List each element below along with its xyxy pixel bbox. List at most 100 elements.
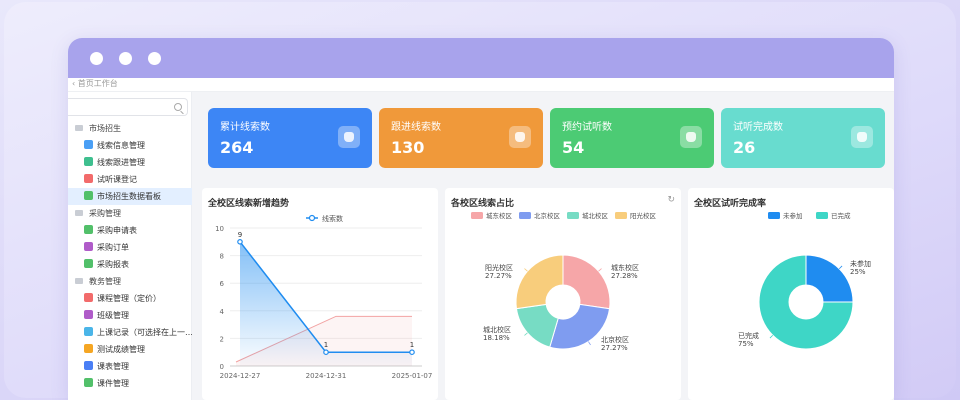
slice-name-label: 北京校区 (601, 335, 629, 344)
stat-card-value: 54 (562, 138, 585, 157)
sidebar-group-label: 教务管理 (89, 277, 121, 286)
leader-line (838, 265, 843, 270)
purchase-report-icon (84, 259, 93, 268)
folder-icon (75, 209, 83, 216)
sidebar-item[interactable]: 线索信息管理 (68, 137, 192, 154)
sidebar-item[interactable]: 课件管理 (68, 375, 192, 392)
attendance-icon (84, 327, 93, 336)
trial-class-icon (84, 174, 93, 183)
trend-panel: 全校区线索新增趋势 线索数 0 2 4 6 8 10 2024-12-27 2024-12-31… (202, 188, 438, 400)
sidebar-group-label: 市场招生 (89, 124, 121, 133)
schedule-icon (84, 361, 93, 370)
x-tick-label: 2024-12-31 (306, 372, 347, 380)
sidebar-item-label: 采购申请表 (97, 226, 137, 235)
sidebar-item-label: 测试成绩管理 (97, 345, 145, 354)
slice-name-label: 城北校区 (483, 325, 511, 334)
stat-card-label: 跟进线索数 (391, 122, 441, 133)
stat-card-trial-booked[interactable]: 预约试听数 54 (550, 108, 714, 168)
leads-followed-icon (509, 126, 531, 148)
donut-slice (515, 254, 564, 310)
sidebar-item[interactable]: 试听课登记 (68, 171, 192, 188)
stat-card-label: 试听完成数 (733, 122, 783, 133)
trial-booked-icon (680, 126, 702, 148)
campus-share-donut-chart: 城东校区27.28%北京校区27.27%城北校区18.18%阳光校区27.27%… (471, 211, 657, 352)
stat-card-value: 264 (220, 138, 254, 157)
stat-card-leads-followed[interactable]: 跟进线索数 130 (379, 108, 543, 168)
sidebar-item-label: 上课记录（可选择在上一… (97, 328, 192, 337)
dashboard-icon (84, 191, 93, 200)
sidebar-item-label: 采购报表 (97, 260, 129, 269)
folder-icon (75, 124, 83, 131)
y-tick-label: 10 (215, 225, 224, 233)
x-tick-label: 2024-12-27 (220, 372, 261, 380)
slice-name-label: 阳光校区 (485, 263, 513, 272)
data-point (409, 349, 415, 356)
sidebar-item[interactable]: 采购申请表 (68, 222, 192, 239)
sidebar-item-label: 市场招生数据看板 (97, 192, 161, 201)
sidebar-item-label: 试听课登记 (97, 175, 137, 184)
slice-name-label: 未参加 (850, 259, 871, 268)
legend-swatch (816, 212, 828, 219)
course-icon (84, 293, 93, 302)
lead-info-icon (84, 140, 93, 149)
legend-label: 北京校区 (534, 211, 561, 220)
breadcrumb[interactable]: ‹ 首页工作台 (68, 78, 894, 92)
search-icon[interactable] (174, 103, 182, 111)
legend-label: 城北校区 (582, 211, 609, 220)
sidebar-item[interactable]: 线索跟进管理 (68, 154, 192, 171)
sidebar-group[interactable]: 采购管理 (68, 205, 192, 222)
stat-card-trial-completed[interactable]: 试听完成数 26 (721, 108, 885, 168)
completion-donut-chart: 未参加25%已完成75%未参加 已完成 (738, 211, 871, 350)
campus-share-panel: 各校区线索占比 ↻ 城东校区 27.28% 北京校区 27.27% 城北校区 18.18%… (445, 188, 681, 400)
sidebar-item[interactable]: 采购订单 (68, 239, 192, 256)
courseware-icon (84, 378, 93, 387)
sidebar-menu: 市场招生线索信息管理线索跟进管理试听课登记市场招生数据看板采购管理采购申请表采购… (68, 120, 192, 392)
slice-percent-label: 27.28% (611, 272, 638, 280)
legend-swatch (471, 212, 483, 219)
sidebar-item[interactable]: 班级管理 (68, 307, 192, 324)
slice-percent-label: 75% (738, 340, 754, 348)
sidebar-item[interactable]: 采购报表 (68, 256, 192, 273)
dashboard-main: 累计线索数 264 跟进线索数 130 预约试听数 54 试听完成数 26 全校… (198, 92, 894, 400)
sidebar-item-label: 课程管理（定价） (97, 294, 161, 303)
sidebar-group[interactable]: 教务管理 (68, 273, 192, 290)
donut-slice (805, 254, 854, 303)
sidebar-group[interactable]: 市场招生 (68, 120, 192, 137)
lead-follow-icon (84, 157, 93, 166)
sidebar-search-input[interactable] (68, 98, 188, 116)
title-bar (68, 38, 894, 78)
legend-marker (308, 214, 316, 222)
sidebar-item[interactable]: 上课记录（可选择在上一… (68, 324, 192, 341)
slice-percent-label: 18.18% (483, 334, 510, 342)
legend-swatch (615, 212, 627, 219)
sidebar-item[interactable]: 课表管理 (68, 358, 192, 375)
window-control-dot[interactable] (119, 52, 132, 65)
legend-swatch (567, 212, 579, 219)
slice-percent-label: 27.27% (601, 344, 628, 352)
data-label: 1 (324, 341, 328, 349)
trial-completed-icon (851, 126, 873, 148)
stat-card-label: 预约试听数 (562, 122, 612, 133)
data-point (237, 238, 243, 245)
legend-swatch (768, 212, 780, 219)
legend-label: 阳光校区 (630, 211, 657, 220)
data-label: 9 (238, 231, 242, 239)
purchase-order-icon (84, 242, 93, 251)
legend-swatch (519, 212, 531, 219)
sidebar-item-label: 线索信息管理 (97, 141, 145, 150)
sidebar-item[interactable]: 课程管理（定价） (68, 290, 192, 307)
stat-card-label: 累计线索数 (220, 122, 270, 133)
class-icon (84, 310, 93, 319)
legend-label: 未参加 (783, 211, 803, 220)
y-tick-label: 2 (220, 335, 224, 343)
leader-line (769, 334, 774, 339)
sidebar-item[interactable]: 测试成绩管理 (68, 341, 192, 358)
line-chart: 线索数 0 2 4 6 8 10 2024-12-27 2024-12-31 2025-01-07… (215, 214, 432, 380)
leader-line (524, 268, 528, 272)
window-control-dot[interactable] (148, 52, 161, 65)
data-label: 1 (410, 341, 414, 349)
sidebar-item[interactable]: 市场招生数据看板 (68, 188, 192, 205)
slice-name-label: 城东校区 (611, 263, 639, 272)
window-control-dot[interactable] (90, 52, 103, 65)
stat-card-leads-total[interactable]: 累计线索数 264 (208, 108, 372, 168)
